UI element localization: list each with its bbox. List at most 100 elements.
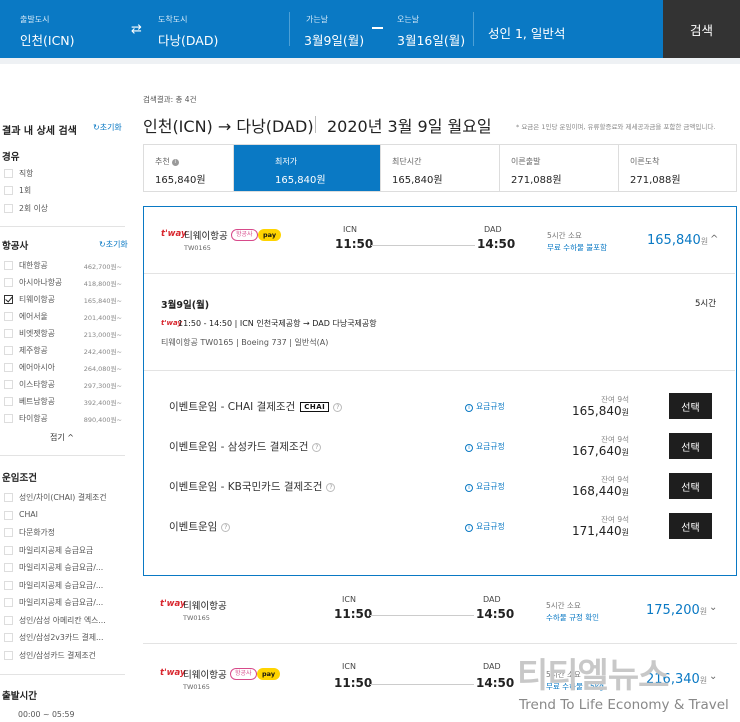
help-icon[interactable]: ? xyxy=(221,523,231,532)
currency: 원 xyxy=(699,607,708,616)
checkbox[interactable] xyxy=(4,363,13,372)
divider xyxy=(0,674,125,675)
tab-early-departure[interactable]: 이른출발 271,088원 xyxy=(500,145,619,191)
stops-option[interactable]: 2회 이상 xyxy=(4,203,126,215)
checkbox[interactable] xyxy=(4,528,13,537)
chevron-down-icon[interactable]: ⌄ xyxy=(709,671,717,682)
baggage-info[interactable]: 무료 수하물 불포함 xyxy=(547,242,607,253)
checkbox[interactable] xyxy=(4,510,13,520)
airline-option[interactable]: 비엣젯항공 213,000원~ xyxy=(4,328,126,340)
checkbox[interactable] xyxy=(4,633,13,642)
tab-recommended[interactable]: 추천 i 165,840원 xyxy=(144,145,234,191)
passengers-value: 성인 1, 일반석 xyxy=(488,26,566,41)
fare-name: 이벤트운임 - CHAI 결제조건 CHAI? xyxy=(169,399,343,414)
passengers-field[interactable]: 성인 1, 일반석 xyxy=(474,0,654,58)
airline-option[interactable]: 에어아시아 264,080원~ xyxy=(4,362,126,374)
tab-lowest-price[interactable]: 최저가 165,840원 xyxy=(234,145,381,191)
flight-card[interactable]: t'way 티웨이항공 TW0165 ICN 11:50 DAD 14:50 5… xyxy=(143,584,737,644)
checkbox[interactable] xyxy=(4,295,13,304)
checkbox[interactable] xyxy=(4,204,13,213)
checkbox[interactable] xyxy=(4,329,13,338)
return-date-field[interactable]: 오는날 3월16일(월) xyxy=(385,0,465,58)
fare-condition-option[interactable]: 다문화가정 xyxy=(4,527,126,539)
depart-date-field[interactable]: 가는날 3월9일(월) xyxy=(290,0,370,58)
fare-rules-link[interactable]: i 요금규정 xyxy=(465,481,505,492)
depart-time-option[interactable]: 00:00 ~ 05:59 xyxy=(4,710,126,722)
select-fare-button[interactable]: 선택 xyxy=(669,473,712,499)
fare-condition-option[interactable]: 성인/삼성 아메리칸 엑스... xyxy=(4,615,126,627)
swap-icon[interactable]: ⇄ xyxy=(131,22,142,37)
select-fare-button[interactable]: 선택 xyxy=(669,433,712,459)
reset-airlines-button[interactable]: ↻초기화 xyxy=(99,239,128,250)
airline-option[interactable]: 티웨이항공 165,840원~ xyxy=(4,294,126,306)
fare-rules-link[interactable]: i 요금규정 xyxy=(465,441,505,452)
tab-shortest-time[interactable]: 최단시간 165,840원 xyxy=(381,145,500,191)
checkbox[interactable] xyxy=(4,580,13,590)
checkbox[interactable] xyxy=(4,397,13,406)
checkbox[interactable] xyxy=(4,615,13,625)
tab-early-arrival[interactable]: 이른도착 271,088원 xyxy=(619,145,736,191)
checkbox[interactable] xyxy=(4,312,13,321)
fare-rules-link[interactable]: i 요금규정 xyxy=(465,401,505,412)
origin-label: 출발도시 xyxy=(20,15,50,24)
search-button[interactable]: 검색 xyxy=(663,0,740,58)
baggage-info[interactable]: 수하물 규정 확인 xyxy=(546,612,599,623)
fare-condition-option[interactable]: 마일리지공제 승급요금 xyxy=(4,545,126,557)
fare-condition-option[interactable]: 마일리지공제 승급요금/... xyxy=(4,597,126,609)
select-fare-button[interactable]: 선택 xyxy=(669,513,712,539)
destination-field[interactable]: 도착도시 다낭(DAD) xyxy=(157,0,285,58)
fare-condition-option[interactable]: 성인/삼성카드 결제조건 xyxy=(4,650,126,662)
chevron-down-icon[interactable]: ⌄ xyxy=(709,602,717,613)
fare-rules-link[interactable]: i 요금규정 xyxy=(465,521,505,532)
chevron-up-icon[interactable]: ^ xyxy=(710,234,718,245)
checkbox[interactable] xyxy=(4,598,13,607)
option-label: CHAI xyxy=(19,509,38,519)
help-icon[interactable]: ? xyxy=(312,443,322,452)
tab-value: 165,840원 xyxy=(275,175,326,186)
checkbox[interactable] xyxy=(4,261,13,270)
select-fare-button[interactable]: 선택 xyxy=(669,393,712,419)
checkbox[interactable] xyxy=(4,169,13,178)
flight-price: 165,840원 xyxy=(647,233,708,248)
help-icon[interactable]: ? xyxy=(333,403,343,412)
checkbox[interactable] xyxy=(4,650,13,660)
airline-option[interactable]: 제주항공 242,400원~ xyxy=(4,345,126,357)
airline-option[interactable]: 에어서울 201,400원~ xyxy=(4,311,126,323)
airline-option[interactable]: 타이항공 890,400원~ xyxy=(4,413,126,425)
airline-option[interactable]: 아시아나항공 418,800원~ xyxy=(4,277,126,289)
fare-price: 167,640원 xyxy=(572,444,629,458)
checkbox[interactable] xyxy=(4,186,13,195)
checkbox[interactable] xyxy=(4,414,13,423)
airline-option[interactable]: 대한항공 462,700원~ xyxy=(4,260,126,272)
fare-condition-option[interactable]: 마일리지공제 승급요금/... xyxy=(4,580,126,592)
checkbox[interactable] xyxy=(4,346,13,355)
checkbox[interactable] xyxy=(4,493,13,502)
collapse-airlines-button[interactable]: 접기 ^ xyxy=(50,432,74,443)
arrival-time: 14:50 xyxy=(477,237,516,251)
checkbox[interactable] xyxy=(4,278,13,287)
airline-name: 티웨이항공 xyxy=(183,670,227,681)
airline-logo: t'way xyxy=(161,229,187,239)
route-date: 2020년 3월 9일 월요일 xyxy=(327,117,492,136)
stops-option[interactable]: 직항 xyxy=(4,168,126,180)
stops-option[interactable]: 1회 xyxy=(4,185,126,197)
chai-logo: CHAI xyxy=(300,402,330,412)
flight-card-expanded[interactable]: t'way 티웨이항공 항공사 pay TW0165 ICN 11:50 DAD… xyxy=(143,206,737,576)
info-icon: i xyxy=(171,159,179,166)
fare-condition-option[interactable]: 성인/삼성2v3카드 결제... xyxy=(4,632,126,644)
arrival-time: 14:50 xyxy=(476,607,515,621)
reset-all-button[interactable]: ↻초기화 xyxy=(93,122,122,133)
price-value: 175,200 xyxy=(646,603,700,618)
checkbox[interactable] xyxy=(4,545,13,555)
help-icon[interactable]: ? xyxy=(326,483,336,492)
checkbox[interactable] xyxy=(4,563,13,572)
checkbox[interactable] xyxy=(4,380,13,389)
airline-option[interactable]: 베트남항공 392,400원~ xyxy=(4,396,126,408)
fare-condition-option[interactable]: 마일리지공제 승급요금/... xyxy=(4,562,126,574)
fare-condition-option[interactable]: 성인/차이(CHAI) 결제조건 xyxy=(4,492,126,504)
option-label: 에어서울 xyxy=(19,312,48,321)
route-line xyxy=(371,245,475,246)
airline-option[interactable]: 이스타항공 297,300원~ xyxy=(4,379,126,391)
fare-condition-option[interactable]: CHAI xyxy=(4,510,126,522)
origin-field[interactable]: 출발도시 인천(ICN) xyxy=(0,0,128,58)
